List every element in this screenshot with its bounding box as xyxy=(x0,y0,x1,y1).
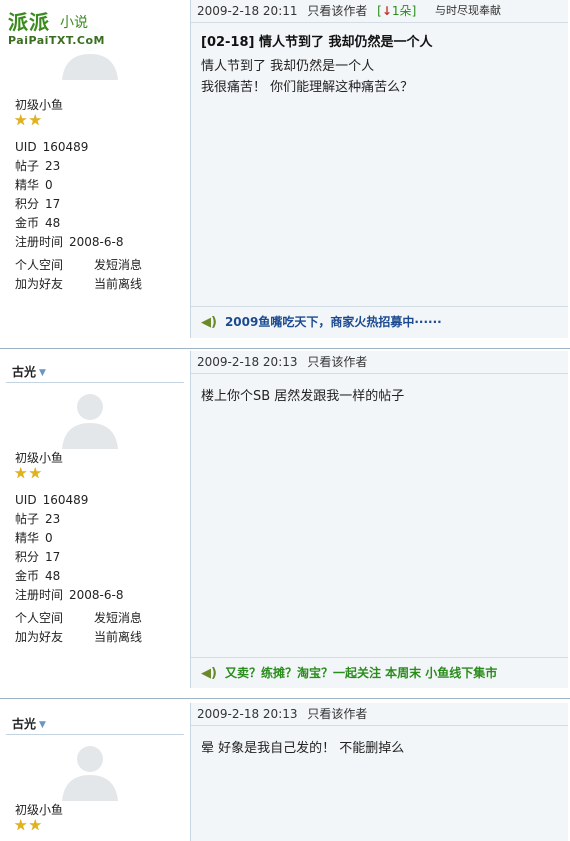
stat-digest: 精华 0 xyxy=(15,178,53,192)
forum-post-2: 古光 ▼ 初级小鱼 ★★ UID 160489 帖子 23 精华 0 积分 17 金币 48… xyxy=(0,351,570,688)
ad-text[interactable]: 2009鱼嘴吃天下，商家火热招募中······ xyxy=(225,315,442,329)
watermark-big-text: 派派 xyxy=(8,10,50,34)
post-divider xyxy=(0,348,570,349)
flower-button[interactable]: [↓1朵] xyxy=(377,4,416,18)
author-name[interactable]: 古光 ▼ xyxy=(12,715,46,732)
post-tagline: 与时尽现奉献 xyxy=(435,4,501,17)
post-time: 2009-2-18 20:13 xyxy=(197,707,298,721)
online-status: 当前离线 xyxy=(94,277,143,291)
rank-stars-icon: ★★ xyxy=(14,464,43,482)
add-friend-link[interactable]: 加为好友 xyxy=(15,628,94,647)
add-friend-link[interactable]: 加为好友 xyxy=(15,275,94,294)
speaker-icon: ◀) xyxy=(201,666,217,681)
stat-gold: 金币 48 xyxy=(15,216,61,230)
speaker-icon: ◀) xyxy=(201,315,217,330)
stat-posts: 帖子 23 xyxy=(15,512,61,526)
post-ad-banner[interactable]: ◀) 又卖？练摊？淘宝？一起关注 本周末 小鱼线下集市 xyxy=(191,657,568,687)
post-time: 2009-2-18 20:13 xyxy=(197,355,298,369)
user-stats: UID 160489 帖子 23 精华 0 积分 17 金币 48 注册时间 2008-6-… xyxy=(15,491,123,605)
only-author-link[interactable]: 只看该作者 xyxy=(307,4,367,18)
ad-text[interactable]: 又卖？练摊？淘宝？一起关注 本周末 小鱼线下集市 xyxy=(225,666,497,680)
stat-uid: UID 160489 xyxy=(15,140,89,154)
watermark-small-text: 小说 xyxy=(60,15,88,31)
stat-uid: UID 160489 xyxy=(15,493,89,507)
flower-count: 1朵 xyxy=(391,4,412,18)
user-action-links: 个人空间 发短消息 加为好友 当前离线 xyxy=(15,256,173,294)
post-content: 2009-2-18 20:11 只看该作者 [↓1朵] 与时尽现奉献 [02-1… xyxy=(191,0,568,338)
rank-stars-icon: ★★ xyxy=(14,111,43,129)
forum-post-3: 古光 ▼ 初级小鱼 ★★ 2009-2-18 20:13 只看该作者 晕 好象是我… xyxy=(0,703,570,841)
send-message-link[interactable]: 发短消息 xyxy=(94,609,173,628)
stat-points: 积分 17 xyxy=(15,550,61,564)
post-author-sidebar: 古光 ▼ 初级小鱼 ★★ UID 160489 帖子 23 精华 0 积分 17 金币 48… xyxy=(0,351,191,688)
author-name[interactable]: 古光 ▼ xyxy=(12,363,46,380)
stat-points: 积分 17 xyxy=(15,197,61,211)
post-divider xyxy=(0,698,570,699)
post-content: 2009-2-18 20:13 只看该作者 楼上你个SB 居然发跟我一样的帖子 … xyxy=(191,351,568,688)
post-body-line: 楼上你个SB 居然发跟我一样的帖子 xyxy=(201,389,405,404)
post-body: 情人节到了 我却仍然是一个人 我很痛苦！ 你们能理解这种痛苦么？ xyxy=(191,50,568,98)
personal-space-link[interactable]: 个人空间 xyxy=(15,609,94,628)
send-message-link[interactable]: 发短消息 xyxy=(94,256,173,275)
online-status: 当前离线 xyxy=(94,630,143,644)
flower-icon: ↓ xyxy=(381,4,392,18)
stat-register-date: 注册时间 2008-6-8 xyxy=(15,588,124,602)
user-stats: UID 160489 帖子 23 精华 0 积分 17 金币 48 注册时间 2008-6-… xyxy=(15,138,123,252)
stat-register-date: 注册时间 2008-6-8 xyxy=(15,235,124,249)
post-body-line: 情人节到了 我却仍然是一个人 xyxy=(201,59,375,74)
avatar-placeholder-icon[interactable] xyxy=(58,385,122,449)
post-meta: 2009-2-18 20:13 只看该作者 xyxy=(191,703,568,726)
post-meta: 2009-2-18 20:11 只看该作者 [↓1朵] 与时尽现奉献 xyxy=(191,0,568,23)
post-body: 晕 好象是我自己发的！ 不能删掉么 xyxy=(191,726,568,759)
stat-gold: 金币 48 xyxy=(15,569,61,583)
post-meta: 2009-2-18 20:13 只看该作者 xyxy=(191,351,568,374)
rank-stars-icon: ★★ xyxy=(14,816,43,834)
site-watermark-logo: 派派 小说 PaiPaiTXT.CoM xyxy=(6,6,106,52)
personal-space-link[interactable]: 个人空间 xyxy=(15,256,94,275)
post-author-sidebar: 古光 ▼ 初级小鱼 ★★ xyxy=(0,703,191,841)
post-body-line: 晕 好象是我自己发的！ 不能删掉么 xyxy=(201,741,405,756)
post-body-line: 我很痛苦！ 你们能理解这种痛苦么？ xyxy=(201,80,414,95)
chevron-down-icon[interactable]: ▼ xyxy=(39,368,46,378)
post-ad-banner[interactable]: ◀) 2009鱼嘴吃天下，商家火热招募中······ xyxy=(191,306,568,336)
chevron-down-icon[interactable]: ▼ xyxy=(39,720,46,730)
post-title: [02-18] 情人节到了 我却仍然是一个人 xyxy=(201,35,433,50)
stat-posts: 帖子 23 xyxy=(15,159,61,173)
post-content: 2009-2-18 20:13 只看该作者 晕 好象是我自己发的！ 不能删掉么 xyxy=(191,703,568,841)
only-author-link[interactable]: 只看该作者 xyxy=(307,355,367,369)
author-divider xyxy=(6,382,184,383)
only-author-link[interactable]: 只看该作者 xyxy=(307,707,367,721)
post-time: 2009-2-18 20:11 xyxy=(197,4,298,18)
user-action-links: 个人空间 发短消息 加为好友 当前离线 xyxy=(15,609,173,647)
author-divider xyxy=(6,734,184,735)
post-body: 楼上你个SB 居然发跟我一样的帖子 xyxy=(191,374,568,407)
avatar-placeholder-icon[interactable] xyxy=(58,737,122,801)
watermark-url: PaiPaiTXT.CoM xyxy=(8,34,105,47)
stat-digest: 精华 0 xyxy=(15,531,53,545)
